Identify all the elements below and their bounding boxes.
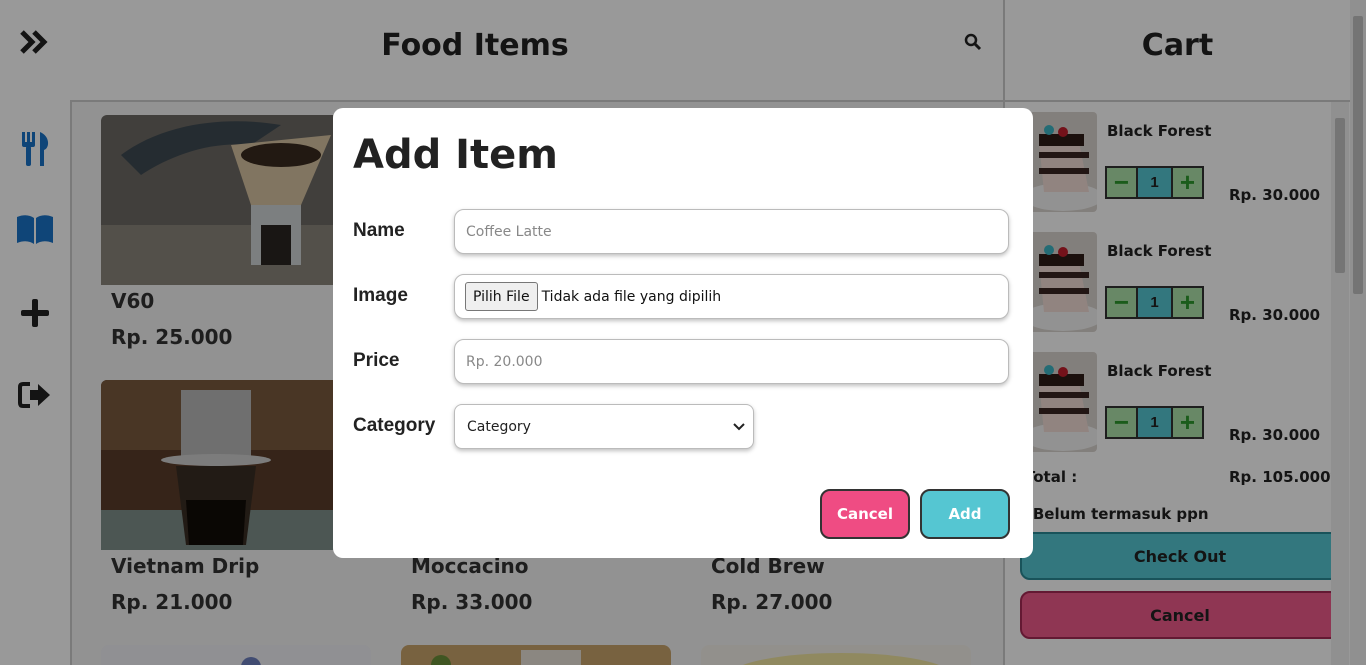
category-selected-value: Category [467,418,531,435]
name-input[interactable] [454,209,1009,254]
category-select[interactable]: Category [454,404,754,449]
modal-title: Add Item [353,132,558,178]
price-input[interactable] [454,339,1009,384]
file-status-text: Tidak ada file yang dipilih [541,288,722,305]
name-label: Name [353,220,405,241]
image-file-input[interactable]: Pilih File Tidak ada file yang dipilih [454,274,1009,319]
add-item-modal: Add Item Name Image Pilih File Tidak ada… [333,108,1033,558]
chevron-down-icon [733,419,745,435]
choose-file-button[interactable]: Pilih File [465,282,538,311]
category-label: Category [353,415,436,436]
modal-cancel-button[interactable]: Cancel [820,489,910,539]
image-label: Image [353,285,408,306]
price-label: Price [353,350,400,371]
add-button[interactable]: Add [920,489,1010,539]
